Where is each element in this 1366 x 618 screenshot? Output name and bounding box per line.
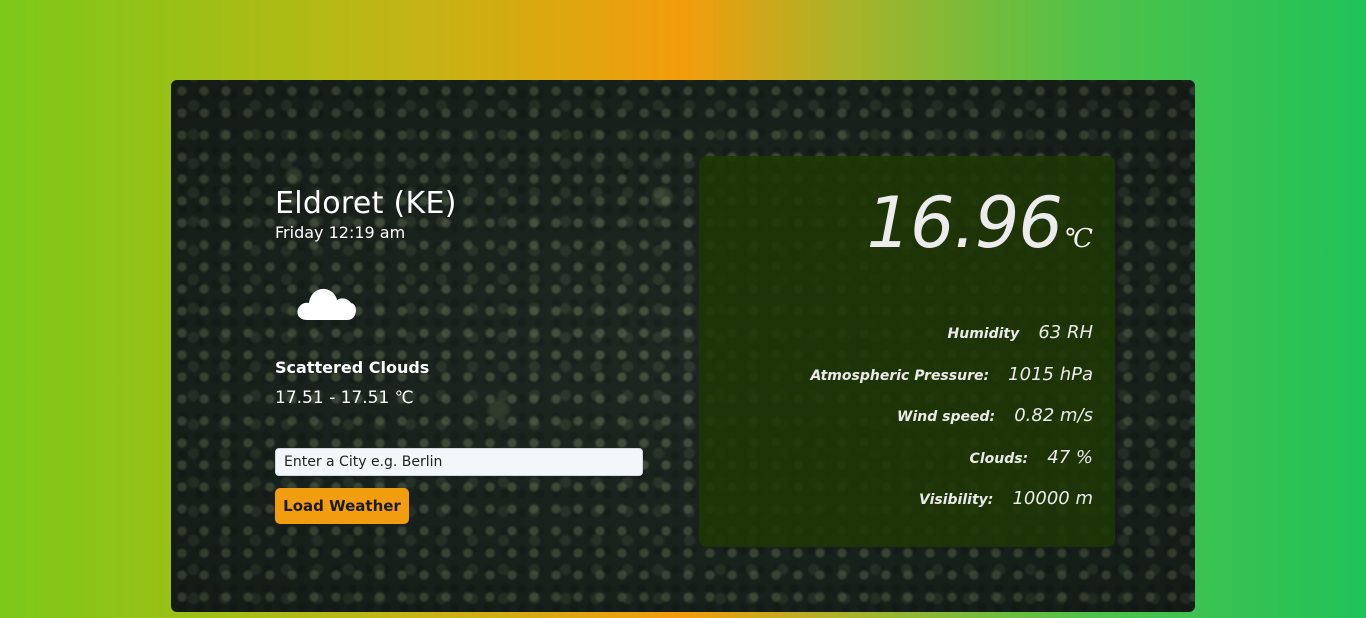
stat-label: Atmospheric Pressure: (810, 367, 990, 384)
stat-wind-speed: Wind speed: 0.82 m/s (811, 405, 1093, 447)
stat-label: Visibility: (919, 492, 994, 508)
weather-description: Scattered Clouds (275, 358, 430, 377)
stat-value: 10000 m (1012, 488, 1093, 509)
city-name: Eldoret (KE) (275, 186, 457, 221)
current-temperature: 16.96℃ (867, 182, 1094, 264)
details-panel: 16.96℃ Humidity 63 RH Atmospheric Pressu… (699, 156, 1115, 547)
stat-visibility: Visibility: 10000 m (811, 488, 1093, 530)
location-summary: Eldoret (KE) Friday 12:19 am Scattered C… (275, 186, 457, 408)
date-time: Friday 12:19 am (275, 223, 406, 242)
stat-value: 47 % (1047, 446, 1093, 468)
temperature-value: 16.96 (866, 182, 1063, 264)
stat-value: 0.82 m/s (1014, 405, 1093, 426)
stat-value: 1015 hPa (1008, 363, 1093, 385)
stat-label: Clouds: (969, 450, 1029, 467)
stat-clouds: Clouds: 47 % (811, 447, 1093, 489)
weather-card: Eldoret (KE) Friday 12:19 am Scattered C… (171, 80, 1195, 612)
temperature-range: 17.51 - 17.51 ℃ (275, 388, 414, 408)
stat-label: Wind speed: (897, 409, 996, 425)
stat-pressure: Atmospheric Pressure: 1015 hPa (811, 364, 1093, 406)
cloud-icon (295, 280, 357, 322)
city-search-input[interactable] (275, 448, 643, 476)
temperature-unit: ℃ (1063, 224, 1093, 254)
stat-humidity: Humidity 63 RH (811, 322, 1093, 364)
weather-stats: Humidity 63 RH Atmospheric Pressure: 101… (811, 322, 1093, 530)
stat-value: 63 RH (1038, 322, 1093, 343)
stat-label: Humidity (947, 326, 1020, 342)
load-weather-button[interactable]: Load Weather (275, 488, 409, 524)
